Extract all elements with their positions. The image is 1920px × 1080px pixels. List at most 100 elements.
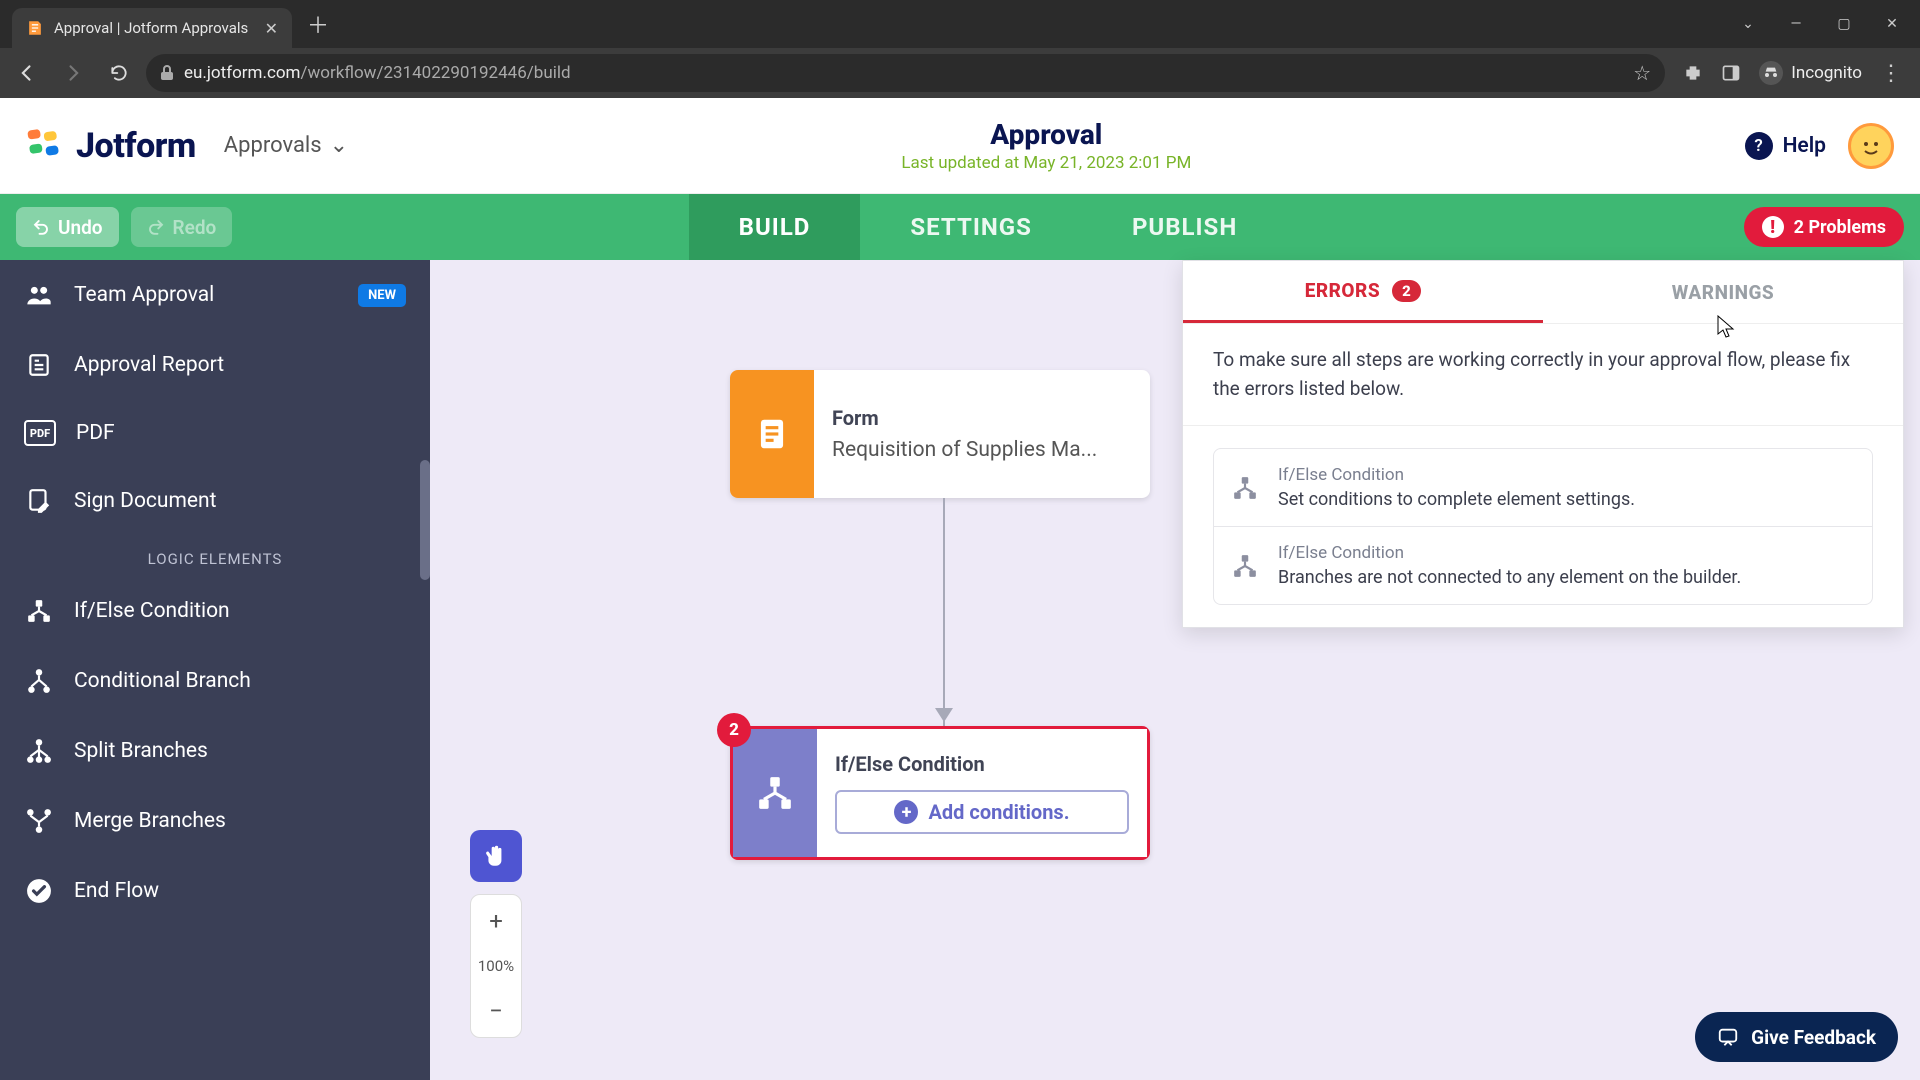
window-close-icon[interactable]: ✕: [1882, 14, 1902, 34]
feedback-label: Give Feedback: [1751, 1026, 1876, 1049]
tab-overflow-icon[interactable]: ⌄: [1738, 14, 1758, 34]
feedback-icon: [1717, 1026, 1739, 1048]
sidebar-item-end-flow[interactable]: End Flow: [0, 856, 430, 926]
window-titlebar: Approval | Jotform Approvals ✕ ＋ ⌄ ― ▢ ✕: [0, 0, 1920, 48]
sidebar: Team Approval NEW Approval Report PDF PD…: [0, 260, 430, 1080]
sidebar-item-label: Split Branches: [74, 739, 208, 763]
nav-forward-button[interactable]: [54, 54, 92, 92]
sidebar-item-label: If/Else Condition: [74, 599, 230, 623]
tab-close-icon[interactable]: ✕: [265, 19, 278, 38]
sidebar-item-if-else[interactable]: If/Else Condition: [0, 576, 430, 646]
sidebar-item-conditional-branch[interactable]: Conditional Branch: [0, 646, 430, 716]
tab-settings[interactable]: SETTINGS: [860, 194, 1082, 260]
condition-icon: [1232, 475, 1258, 501]
app-header: Jotform Approvals ⌄ Approval Last update…: [0, 98, 1920, 194]
sidebar-item-split-branches[interactable]: Split Branches: [0, 716, 430, 786]
problem-item-message: Set conditions to complete element setti…: [1278, 489, 1635, 510]
zoom-in-button[interactable]: +: [471, 895, 521, 947]
incognito-indicator[interactable]: Incognito: [1759, 61, 1862, 85]
flow-connector: [943, 498, 945, 726]
sidebar-item-merge-branches[interactable]: Merge Branches: [0, 786, 430, 856]
chevron-down-icon: ⌄: [330, 133, 348, 158]
window-maximize-icon[interactable]: ▢: [1834, 14, 1854, 34]
product-dropdown[interactable]: Approvals ⌄: [224, 133, 348, 158]
zoom-out-button[interactable]: −: [471, 985, 521, 1037]
tab-title: Approval | Jotform Approvals: [54, 19, 255, 37]
logo-text: Jotform: [76, 126, 196, 166]
undo-button[interactable]: Undo: [16, 207, 119, 247]
redo-label: Redo: [173, 216, 217, 239]
logo[interactable]: Jotform: [26, 126, 196, 166]
workspace: Team Approval NEW Approval Report PDF PD…: [0, 260, 1920, 1080]
browser-tab[interactable]: Approval | Jotform Approvals ✕: [12, 8, 292, 48]
problems-tab-warnings[interactable]: WARNINGS: [1543, 261, 1903, 323]
zoom-level: 100%: [478, 947, 514, 985]
avatar[interactable]: [1848, 123, 1894, 169]
node-if-else[interactable]: 2 If/Else Condition + Add conditions.: [730, 726, 1150, 860]
bookmark-star-icon[interactable]: ☆: [1633, 61, 1651, 85]
browser-menu-icon[interactable]: ⋮: [1880, 61, 1902, 86]
redo-button[interactable]: Redo: [131, 207, 233, 247]
problems-button[interactable]: ! 2 Problems: [1744, 207, 1904, 247]
node-condition-title: If/Else Condition: [835, 752, 1129, 776]
problem-item[interactable]: If/Else Condition Set conditions to comp…: [1213, 448, 1873, 527]
problem-item-title: If/Else Condition: [1278, 465, 1635, 485]
sidebar-item-team-approval[interactable]: Team Approval NEW: [0, 260, 430, 330]
merge-icon: [24, 806, 54, 836]
problems-tab-errors[interactable]: ERRORS 2: [1183, 261, 1543, 323]
node-form[interactable]: Form Requisition of Supplies Ma...: [730, 370, 1150, 498]
branch-icon: [24, 596, 54, 626]
address-bar[interactable]: eu.jotform.com/workflow/231402290192446/…: [146, 54, 1665, 92]
sidebar-item-sign-document[interactable]: Sign Document: [0, 466, 430, 536]
builder-tabbar: Undo Redo BUILD SETTINGS PUBLISH ! 2 Pro…: [0, 194, 1920, 260]
sidebar-item-label: PDF: [76, 421, 115, 445]
tab-favicon: [26, 19, 44, 37]
logo-icon: [26, 128, 62, 164]
browser-toolbar: eu.jotform.com/workflow/231402290192446/…: [0, 48, 1920, 98]
help-label: Help: [1783, 134, 1826, 158]
problems-panel: ERRORS 2 WARNINGS To make sure all steps…: [1182, 260, 1904, 628]
problem-item-message: Branches are not connected to any elemen…: [1278, 567, 1741, 588]
canvas[interactable]: Form Requisition of Supplies Ma... 2 If/…: [430, 260, 1920, 1080]
problem-item[interactable]: If/Else Condition Branches are not conne…: [1213, 527, 1873, 605]
sidebar-item-approval-report[interactable]: Approval Report: [0, 330, 430, 400]
new-badge: NEW: [358, 284, 406, 307]
problem-item-title: If/Else Condition: [1278, 543, 1741, 563]
condition-icon: [733, 729, 817, 857]
last-updated: Last updated at May 21, 2023 2:01 PM: [348, 153, 1744, 173]
sidebar-section-logic: LOGIC ELEMENTS: [0, 536, 430, 576]
help-icon: ?: [1745, 132, 1773, 160]
window-minimize-icon[interactable]: ―: [1786, 14, 1806, 34]
sidebar-item-label: Merge Branches: [74, 809, 226, 833]
tab-publish[interactable]: PUBLISH: [1082, 194, 1287, 260]
give-feedback-button[interactable]: Give Feedback: [1695, 1012, 1898, 1062]
sidebar-item-pdf[interactable]: PDF PDF: [0, 400, 430, 466]
new-tab-button[interactable]: ＋: [304, 10, 332, 38]
sidebar-item-label: End Flow: [74, 879, 159, 903]
product-label: Approvals: [224, 133, 322, 158]
nav-back-button[interactable]: [8, 54, 46, 92]
errors-tab-label: ERRORS: [1305, 279, 1380, 302]
alert-icon: !: [1762, 216, 1784, 238]
conditional-branch-icon: [24, 666, 54, 696]
sign-icon: [24, 486, 54, 516]
add-conditions-button[interactable]: + Add conditions.: [835, 790, 1129, 834]
pan-tool-button[interactable]: [470, 830, 522, 882]
report-icon: [24, 350, 54, 380]
incognito-label: Incognito: [1791, 63, 1862, 83]
node-form-subtitle: Requisition of Supplies Ma...: [832, 438, 1132, 462]
nav-reload-button[interactable]: [100, 54, 138, 92]
end-flow-icon: [24, 876, 54, 906]
extensions-icon[interactable]: [1683, 63, 1703, 83]
tab-build[interactable]: BUILD: [689, 194, 861, 260]
undo-label: Undo: [58, 216, 103, 239]
sidebar-scrollbar[interactable]: [420, 460, 430, 580]
condition-icon: [1232, 553, 1258, 579]
add-conditions-label: Add conditions.: [928, 800, 1069, 824]
side-panel-icon[interactable]: [1721, 63, 1741, 83]
plus-icon: +: [894, 800, 918, 824]
workflow-title[interactable]: Approval: [348, 118, 1744, 151]
problems-description: To make sure all steps are working corre…: [1183, 324, 1903, 426]
incognito-icon: [1759, 61, 1783, 85]
help-button[interactable]: ? Help: [1745, 132, 1826, 160]
